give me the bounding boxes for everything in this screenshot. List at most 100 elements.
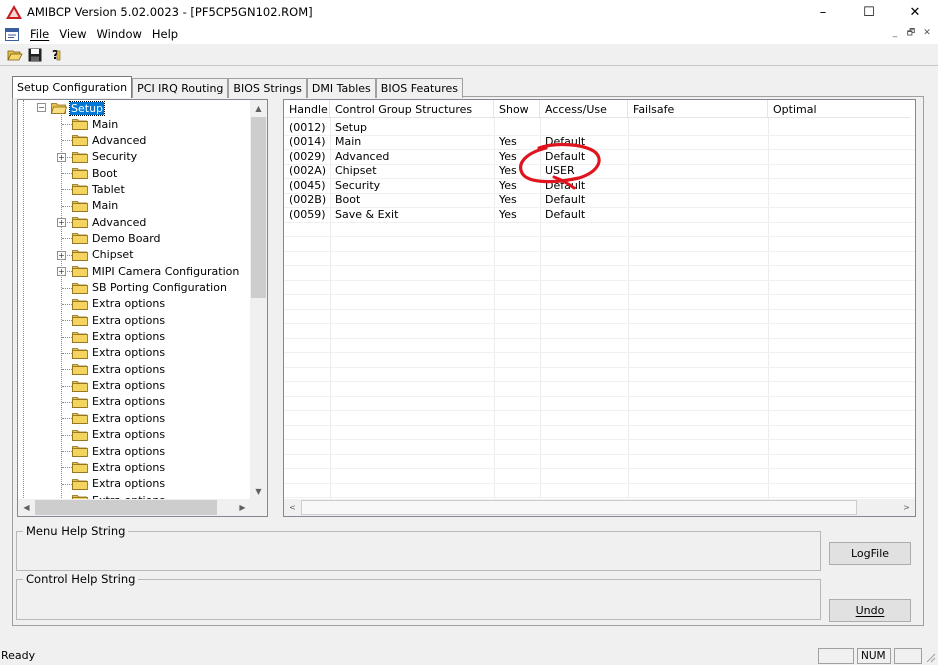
- close-button[interactable]: ✕: [892, 0, 938, 24]
- cell-show: Yes: [499, 193, 517, 207]
- resize-grip-icon[interactable]: [925, 652, 936, 663]
- mdi-restore-button[interactable]: 🗗: [904, 26, 918, 40]
- table-row[interactable]: (002A) Chipset Yes USER: [284, 164, 910, 179]
- tree-item-label: Main: [92, 199, 119, 213]
- table-row[interactable]: (0045) Security Yes Default: [284, 178, 910, 193]
- tree-item[interactable]: Extra options: [18, 345, 166, 361]
- tab-pci-irq-routing[interactable]: PCI IRQ Routing: [132, 78, 229, 98]
- tree-item-label: Tablet: [92, 182, 125, 196]
- tree-item[interactable]: + Chipset: [18, 247, 135, 263]
- maximize-button[interactable]: ☐: [846, 0, 892, 24]
- column-header-handle[interactable]: Handle: [284, 100, 330, 118]
- tree-item-label: Advanced: [92, 215, 147, 229]
- tab-setup-configuration[interactable]: Setup Configuration: [12, 76, 133, 98]
- tree-item[interactable]: + Security: [18, 149, 138, 165]
- tree-item[interactable]: Advanced: [18, 132, 147, 148]
- column-header-access-use[interactable]: Access/Use: [540, 100, 628, 118]
- tree-item[interactable]: Tablet: [18, 181, 126, 197]
- save-button[interactable]: [26, 46, 44, 64]
- scroll-left-icon[interactable]: <: [284, 499, 301, 516]
- tree-list: − Setup Main Advanced + Security Boot Tablet M…: [18, 100, 251, 500]
- table-row[interactable]: (0014) Main Yes Default: [284, 135, 910, 150]
- table-row[interactable]: (0012) Setup: [284, 120, 910, 135]
- tree-root-row[interactable]: − Setup: [18, 100, 106, 116]
- table-hscroll-thumb[interactable]: [301, 500, 857, 515]
- expand-icon[interactable]: +: [57, 250, 66, 260]
- grid-row-line: [284, 497, 915, 498]
- table-row[interactable]: (0029) Advanced Yes Default: [284, 149, 910, 164]
- setup-tree[interactable]: − Setup Main Advanced + Security Boot Tablet M…: [17, 99, 268, 517]
- tree-vscroll-thumb[interactable]: [251, 117, 266, 298]
- help-button[interactable]: ?: [46, 46, 64, 64]
- tree-item[interactable]: SB Porting Configuration: [18, 280, 228, 296]
- grid-row-line: [284, 453, 915, 455]
- tab-bios-strings[interactable]: BIOS Strings: [228, 78, 307, 98]
- scroll-left-icon[interactable]: ◀: [18, 499, 35, 516]
- tree-item[interactable]: Extra options: [18, 443, 166, 459]
- mdi-minimize-button[interactable]: _: [888, 26, 902, 40]
- tree-item[interactable]: Extra options: [18, 312, 166, 328]
- scroll-down-icon[interactable]: ▼: [250, 483, 267, 500]
- cell-show: Yes: [499, 164, 517, 178]
- tree-item[interactable]: + Advanced: [18, 214, 147, 230]
- collapse-icon[interactable]: −: [37, 103, 46, 112]
- table-row[interactable]: (002B) Boot Yes Default: [284, 193, 910, 208]
- cell-access-use: [540, 120, 628, 135]
- column-header-control-group[interactable]: Control Group Structures: [330, 100, 494, 118]
- tree-item[interactable]: Extra options: [18, 410, 166, 426]
- tree-hscroll-thumb[interactable]: [35, 500, 217, 515]
- menu-view[interactable]: View: [54, 27, 91, 41]
- expand-icon[interactable]: +: [57, 152, 66, 162]
- tree-item-label: Demo Board: [92, 231, 161, 245]
- scroll-right-icon[interactable]: ▶: [234, 499, 251, 516]
- table-horizontal-scrollbar[interactable]: < >: [284, 499, 915, 516]
- tree-item[interactable]: Extra options: [18, 459, 166, 475]
- document-icon[interactable]: [5, 27, 19, 41]
- folder-icon: [72, 233, 88, 245]
- cell-access-use: Default: [545, 193, 586, 207]
- folder-icon: [72, 331, 88, 343]
- tree-item[interactable]: Extra options: [18, 296, 166, 312]
- control-group-table[interactable]: Handle Control Group Structures Show Acc…: [283, 99, 916, 517]
- mdi-close-button[interactable]: ✕: [920, 26, 934, 40]
- tree-item[interactable]: Main: [18, 116, 119, 132]
- tree-item[interactable]: Main: [18, 198, 119, 214]
- tree-item[interactable]: Extra options: [18, 361, 166, 377]
- folder-icon: [72, 298, 88, 310]
- tree-vertical-scrollbar[interactable]: ▲ ▼: [250, 100, 267, 500]
- tree-item-label: Boot: [92, 166, 118, 180]
- column-header-show[interactable]: Show: [494, 100, 540, 118]
- cell-control-group: Setup: [335, 120, 368, 134]
- tab-dmi-tables[interactable]: DMI Tables: [306, 78, 376, 98]
- tree-item[interactable]: Extra options: [18, 329, 166, 345]
- menu-file[interactable]: File: [25, 27, 54, 41]
- expand-icon[interactable]: +: [57, 218, 66, 228]
- cell-failsafe: [628, 164, 768, 179]
- column-header-failsafe[interactable]: Failsafe: [628, 100, 768, 118]
- num-lock-indicator: NUM: [857, 648, 891, 664]
- tree-item[interactable]: Demo Board: [18, 230, 162, 246]
- tree-item[interactable]: Extra options: [18, 394, 166, 410]
- open-button[interactable]: [6, 46, 24, 64]
- column-header-optimal[interactable]: Optimal: [768, 100, 910, 118]
- menu-window[interactable]: Window: [92, 27, 147, 41]
- tree-item[interactable]: Extra options: [18, 476, 166, 492]
- tab-bios-features[interactable]: BIOS Features: [375, 78, 464, 98]
- tree-item-label: Extra options: [92, 346, 166, 360]
- minimize-button[interactable]: –: [800, 0, 846, 24]
- tree-item[interactable]: Extra options: [18, 427, 166, 443]
- tree-item[interactable]: Extra options: [18, 378, 166, 394]
- cell-access-use: Default: [545, 207, 586, 221]
- folder-icon: [72, 446, 88, 457]
- scroll-up-icon[interactable]: ▲: [250, 100, 267, 117]
- logfile-button[interactable]: LogFile: [829, 542, 911, 565]
- folder-icon: [72, 315, 88, 327]
- tree-item[interactable]: + MIPI Camera Configuration: [18, 263, 240, 279]
- scroll-right-icon[interactable]: >: [898, 499, 915, 516]
- table-row[interactable]: (0059) Save & Exit Yes Default: [284, 207, 910, 222]
- undo-button[interactable]: Undo: [829, 599, 911, 622]
- tree-item[interactable]: Boot: [18, 165, 118, 181]
- menu-help[interactable]: Help: [147, 27, 183, 41]
- expand-icon[interactable]: +: [57, 267, 66, 277]
- tree-horizontal-scrollbar[interactable]: ◀ ▶: [18, 499, 251, 516]
